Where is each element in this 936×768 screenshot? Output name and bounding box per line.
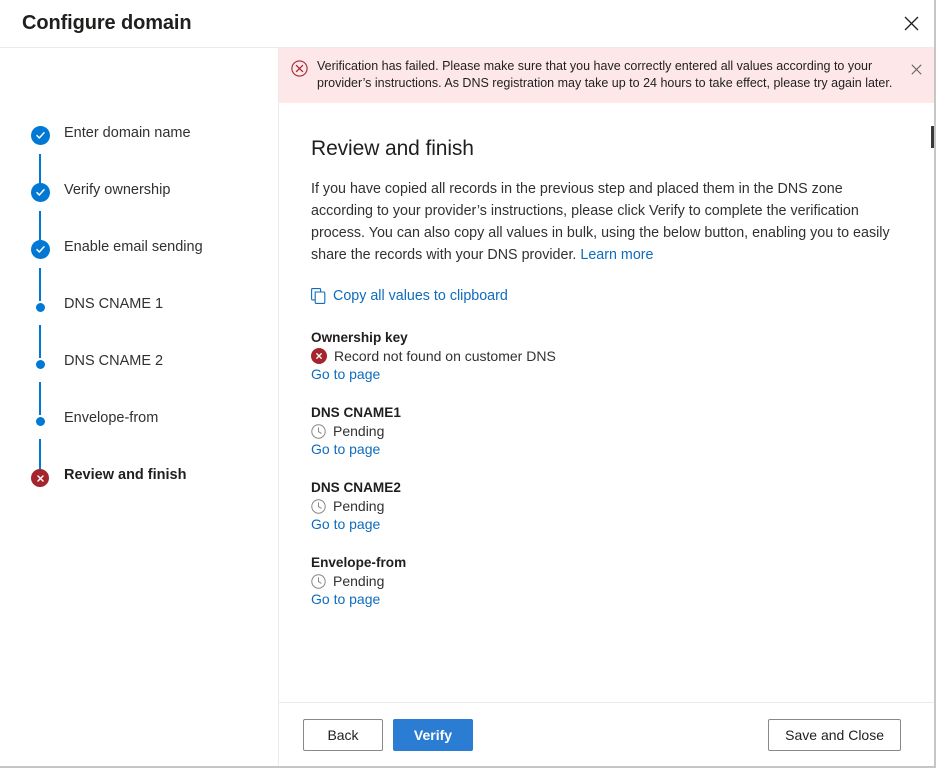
check-circle-icon xyxy=(31,126,50,145)
copy-all-values-label: Copy all values to clipboard xyxy=(333,288,508,304)
check-circle-icon xyxy=(31,183,50,202)
footer-right-actions: Save and Close xyxy=(768,719,901,751)
record-name: DNS CNAME1 xyxy=(311,405,894,420)
go-to-page-link[interactable]: Go to page xyxy=(311,441,380,457)
dismiss-banner-button[interactable] xyxy=(906,59,926,79)
clock-icon xyxy=(311,574,326,589)
step-marker xyxy=(30,407,50,426)
learn-more-link[interactable]: Learn more xyxy=(580,247,653,263)
go-to-page-link[interactable]: Go to page xyxy=(311,366,380,382)
go-to-page-link[interactable]: Go to page xyxy=(311,516,380,532)
verify-button[interactable]: Verify xyxy=(393,719,473,751)
error-circle-icon xyxy=(311,348,327,364)
wizard-step-enable-email-sending[interactable]: Enable email sending xyxy=(0,236,278,293)
wizard-step-label: Envelope-from xyxy=(64,407,158,428)
clock-icon xyxy=(311,499,326,514)
wizard-step-enter-domain-name[interactable]: Enter domain name xyxy=(0,122,278,179)
wizard-steps-rail: Enter domain name Verify ownership xyxy=(0,48,279,766)
error-circle-icon xyxy=(31,469,49,487)
dialog-footer: Back Verify Save and Close xyxy=(279,702,934,766)
footer-left-actions: Back Verify xyxy=(303,719,473,751)
dot-icon xyxy=(36,303,45,312)
record-item-dns-cname2: DNS CNAME2 Pending Go to page xyxy=(311,480,894,534)
record-status: Pending xyxy=(311,423,894,439)
record-status: Record not found on customer DNS xyxy=(311,348,894,364)
dialog-scrollbar[interactable] xyxy=(931,48,934,703)
dot-icon xyxy=(36,417,45,426)
wizard-step-label: DNS CNAME 2 xyxy=(64,350,163,371)
close-icon xyxy=(911,64,922,75)
wizard-step-dns-cname-1[interactable]: DNS CNAME 1 xyxy=(0,293,278,350)
dialog-body: Enter domain name Verify ownership xyxy=(0,48,934,766)
dot-icon xyxy=(36,360,45,369)
close-dialog-button[interactable] xyxy=(888,0,934,47)
record-item-dns-cname1: DNS CNAME1 Pending Go to page xyxy=(311,405,894,459)
page-title: Configure domain xyxy=(22,12,192,35)
record-status-text: Record not found on customer DNS xyxy=(334,348,556,364)
wizard-step-label: Enter domain name xyxy=(64,122,191,143)
wizard-step-label: Review and finish xyxy=(64,464,186,485)
banner-message: Verification has failed. Please make sur… xyxy=(309,58,906,92)
step-marker xyxy=(30,122,50,145)
review-and-finish-section: Review and finish If you have copied all… xyxy=(279,103,934,702)
copy-icon xyxy=(311,288,326,304)
configure-domain-dialog: Configure domain Enter domain name xyxy=(0,0,936,768)
record-name: DNS CNAME2 xyxy=(311,480,894,495)
wizard-step-envelope-from[interactable]: Envelope-from xyxy=(0,407,278,464)
close-icon xyxy=(904,16,919,31)
record-name: Ownership key xyxy=(311,330,894,345)
step-marker xyxy=(30,350,50,369)
record-status: Pending xyxy=(311,573,894,589)
record-status-text: Pending xyxy=(333,423,384,439)
wizard-content-pane: Verification has failed. Please make sur… xyxy=(279,48,934,766)
wizard-step-label: DNS CNAME 1 xyxy=(64,293,163,314)
step-marker xyxy=(30,236,50,259)
clock-icon xyxy=(311,424,326,439)
dialog-titlebar: Configure domain xyxy=(0,0,934,48)
section-description: If you have copied all records in the pr… xyxy=(311,178,891,266)
save-and-close-button[interactable]: Save and Close xyxy=(768,719,901,751)
step-marker xyxy=(30,464,50,487)
section-heading: Review and finish xyxy=(311,137,894,161)
step-marker xyxy=(30,293,50,312)
record-name: Envelope-from xyxy=(311,555,894,570)
step-marker xyxy=(30,179,50,202)
back-button[interactable]: Back xyxy=(303,719,383,751)
check-circle-icon xyxy=(31,240,50,259)
error-circle-icon xyxy=(291,60,309,82)
wizard-step-label: Enable email sending xyxy=(64,236,203,257)
record-status: Pending xyxy=(311,498,894,514)
copy-all-values-button[interactable]: Copy all values to clipboard xyxy=(311,288,508,304)
record-status-text: Pending xyxy=(333,573,384,589)
wizard-step-label: Verify ownership xyxy=(64,179,170,200)
go-to-page-link[interactable]: Go to page xyxy=(311,591,380,607)
wizard-step-verify-ownership[interactable]: Verify ownership xyxy=(0,179,278,236)
wizard-step-dns-cname-2[interactable]: DNS CNAME 2 xyxy=(0,350,278,407)
record-item-ownership-key: Ownership key Record not found on custom… xyxy=(311,330,894,384)
record-status-text: Pending xyxy=(333,498,384,514)
record-item-envelope-from: Envelope-from Pending Go to page xyxy=(311,555,894,609)
scrollbar-thumb[interactable] xyxy=(931,126,934,148)
wizard-step-review-and-finish[interactable]: Review and finish xyxy=(0,464,278,521)
verification-error-banner: Verification has failed. Please make sur… xyxy=(279,48,934,103)
